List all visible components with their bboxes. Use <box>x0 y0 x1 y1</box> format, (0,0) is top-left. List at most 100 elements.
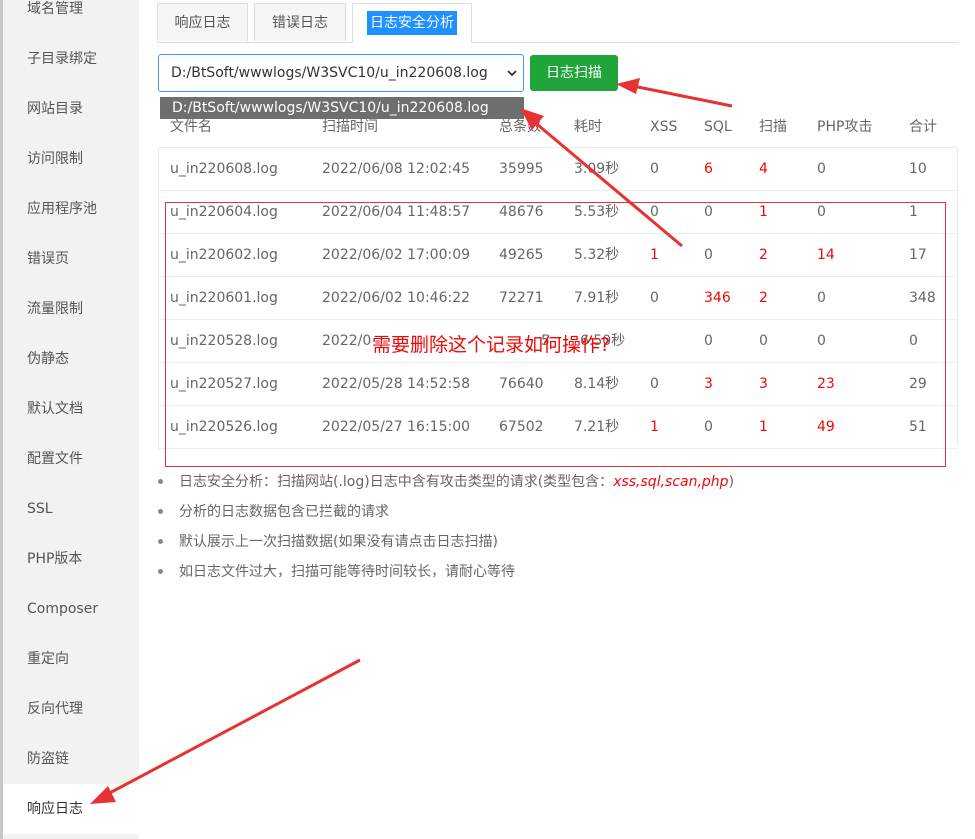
help-note: 分析的日志数据包含已拦截的请求 <box>158 500 958 530</box>
log-file-option[interactable]: D:/BtSoft/wwwlogs/W3SVC10/u_in220608.log <box>160 97 524 119</box>
cell-sql: 0 <box>704 204 713 220</box>
sidebar-item-label: 应用程序池 <box>27 201 97 217</box>
help-note-text: 日志安全分析：扫描网站(.log)日志中含有攻击类型的请求(类型包含： <box>179 474 614 490</box>
cell-php: 23 <box>817 376 835 392</box>
table-row[interactable]: u_in220608.log 2022/06/08 12:02:45 35995… <box>158 148 958 191</box>
cell-total: 67502 <box>499 419 544 435</box>
column-header-sum[interactable]: 合计 <box>909 107 937 147</box>
column-header-cost[interactable]: 耗时 <box>574 107 602 147</box>
cell-total: 72271 <box>499 290 544 306</box>
tab-label: 响应日志 <box>174 15 231 31</box>
column-header-sql[interactable]: SQL <box>704 107 732 147</box>
cell-filename: u_in220602.log <box>170 247 278 263</box>
cell-sum: 29 <box>909 376 927 392</box>
sidebar-item-label: 重定向 <box>27 651 69 667</box>
table-row[interactable]: u_in220604.log 2022/06/04 11:48:57 48676… <box>158 191 958 234</box>
tab-label: 错误日志 <box>272 15 328 31</box>
sidebar-item-label: 网站目录 <box>27 101 83 117</box>
sidebar-item-hotlink[interactable]: 防盗链 <box>3 734 139 784</box>
sidebar-item-ssl[interactable]: SSL <box>3 484 139 534</box>
help-note-highlight: xss,sql,scan,php <box>613 474 729 490</box>
cell-xss: 1 <box>650 419 659 435</box>
cell-xss: 0 <box>650 161 659 177</box>
cell-filename: u_in220608.log <box>170 161 278 177</box>
sidebar-item-reverse-proxy[interactable]: 反向代理 <box>3 684 139 734</box>
sidebar-item-label: 流量限制 <box>27 301 83 317</box>
cell-cost: 8.14秒 <box>574 376 620 392</box>
cell-cost: 7.91秒 <box>574 290 620 306</box>
cell-sum: 0 <box>909 333 918 349</box>
cell-total: 76640 <box>499 376 544 392</box>
cell-scan-time: 2022/06/04 11:48:57 <box>322 204 471 220</box>
sidebar: 域名管理 子目录绑定 网站目录 访问限制 应用程序池 错误页 流量限制 伪静态 … <box>0 0 139 839</box>
cell-xss: 0 <box>650 204 659 220</box>
table-row[interactable]: u_in220526.log 2022/05/27 16:15:00 67502… <box>158 406 958 449</box>
sidebar-item-label: 响应日志 <box>27 801 83 817</box>
cell-scan-time: 2022/05/27 16:15:00 <box>322 419 471 435</box>
sidebar-item-default-doc[interactable]: 默认文档 <box>3 384 139 434</box>
log-scan-button-label: 日志扫描 <box>546 65 602 81</box>
cell-filename: u_in220604.log <box>170 204 278 220</box>
sidebar-item-access-limit[interactable]: 访问限制 <box>3 134 139 184</box>
sidebar-item-label: 错误页 <box>27 251 69 267</box>
sidebar-item-redirect[interactable]: 重定向 <box>3 634 139 684</box>
sidebar-item-subdir[interactable]: 子目录绑定 <box>3 34 139 84</box>
sidebar-item-app-pool[interactable]: 应用程序池 <box>3 184 139 234</box>
sidebar-item-site-dir[interactable]: 网站目录 <box>3 84 139 134</box>
cell-total: 49265 <box>499 247 544 263</box>
help-note-text: 默认展示上一次扫描数据(如果没有请点击日志扫描) <box>179 534 498 550</box>
bullet-icon <box>158 509 163 514</box>
annotation-arrow-icon <box>616 78 733 108</box>
log-tabs: 响应日志 错误日志 日志安全分析 <box>157 0 958 43</box>
sidebar-item-error-page[interactable]: 错误页 <box>3 234 139 284</box>
cell-sql: 3 <box>704 376 713 392</box>
cell-filename: u_in220528.log <box>170 333 278 349</box>
cell-scan-time: 2022/06/08 12:02:45 <box>322 161 471 177</box>
sidebar-item-config-file[interactable]: 配置文件 <box>3 434 139 484</box>
cell-scan: 4 <box>759 161 768 177</box>
column-header-scan[interactable]: 扫描 <box>759 107 787 147</box>
cell-scan: 2 <box>759 290 768 306</box>
tab-error-log[interactable]: 错误日志 <box>254 3 346 41</box>
help-note: 默认展示上一次扫描数据(如果没有请点击日志扫描) <box>158 530 958 560</box>
cell-scan: 3 <box>759 376 768 392</box>
tab-response-log[interactable]: 响应日志 <box>157 3 248 41</box>
cell-total: 35995 <box>499 161 544 177</box>
table-row[interactable]: u_in220602.log 2022/06/02 17:00:09 49265… <box>158 234 958 277</box>
cell-sql: 0 <box>704 333 713 349</box>
help-note: 如日志文件过大，扫描可能等待时间较长，请耐心等待 <box>158 560 958 590</box>
table-row[interactable]: u_in220601.log 2022/06/02 10:46:22 72271… <box>158 277 958 320</box>
help-note-suffix: ) <box>728 474 735 490</box>
cell-php: 0 <box>817 333 826 349</box>
cell-scan: 1 <box>759 204 768 220</box>
cell-cost: 5.32秒 <box>574 247 620 263</box>
sidebar-item-traffic-limit[interactable]: 流量限制 <box>3 284 139 334</box>
column-header-php-attack[interactable]: PHP攻击 <box>817 107 872 147</box>
cell-sum: 17 <box>909 247 927 263</box>
sidebar-item-response-log[interactable]: 响应日志 <box>3 784 139 834</box>
help-note-text: 如日志文件过大，扫描可能等待时间较长，请耐心等待 <box>179 564 515 580</box>
cell-filename: u_in220527.log <box>170 376 278 392</box>
cell-php: 0 <box>817 161 826 177</box>
bullet-icon <box>158 539 163 544</box>
cell-cost: 5.53秒 <box>574 204 620 220</box>
sidebar-item-label: 反向代理 <box>27 701 83 717</box>
tab-log-security-analysis[interactable]: 日志安全分析 <box>352 3 472 43</box>
table-row[interactable]: u_in220527.log 2022/05/28 14:52:58 76640… <box>158 363 958 406</box>
sidebar-item-composer[interactable]: Composer <box>3 584 139 634</box>
log-scan-button[interactable]: 日志扫描 <box>530 55 618 91</box>
tab-label: 日志安全分析 <box>367 11 457 35</box>
sidebar-item-rewrite[interactable]: 伪静态 <box>3 334 139 384</box>
cell-scan-time: 2022/0 <box>322 333 372 349</box>
help-note-text: 分析的日志数据包含已拦截的请求 <box>179 504 389 520</box>
sidebar-item-label: 防盗链 <box>27 751 69 767</box>
sidebar-item-domain[interactable]: 域名管理 <box>3 0 139 34</box>
cell-sum: 51 <box>909 419 927 435</box>
log-file-select[interactable]: D:/BtSoft/wwwlogs/W3SVC10/u_in220608.log <box>158 54 524 92</box>
sidebar-item-php-version[interactable]: PHP版本 <box>3 534 139 584</box>
cell-filename: u_in220601.log <box>170 290 278 306</box>
cell-scan-time: 2022/05/28 14:52:58 <box>322 376 471 392</box>
column-header-xss[interactable]: XSS <box>650 107 677 147</box>
cell-xss: 0 <box>650 376 659 392</box>
cell-sql: 0 <box>704 247 713 263</box>
